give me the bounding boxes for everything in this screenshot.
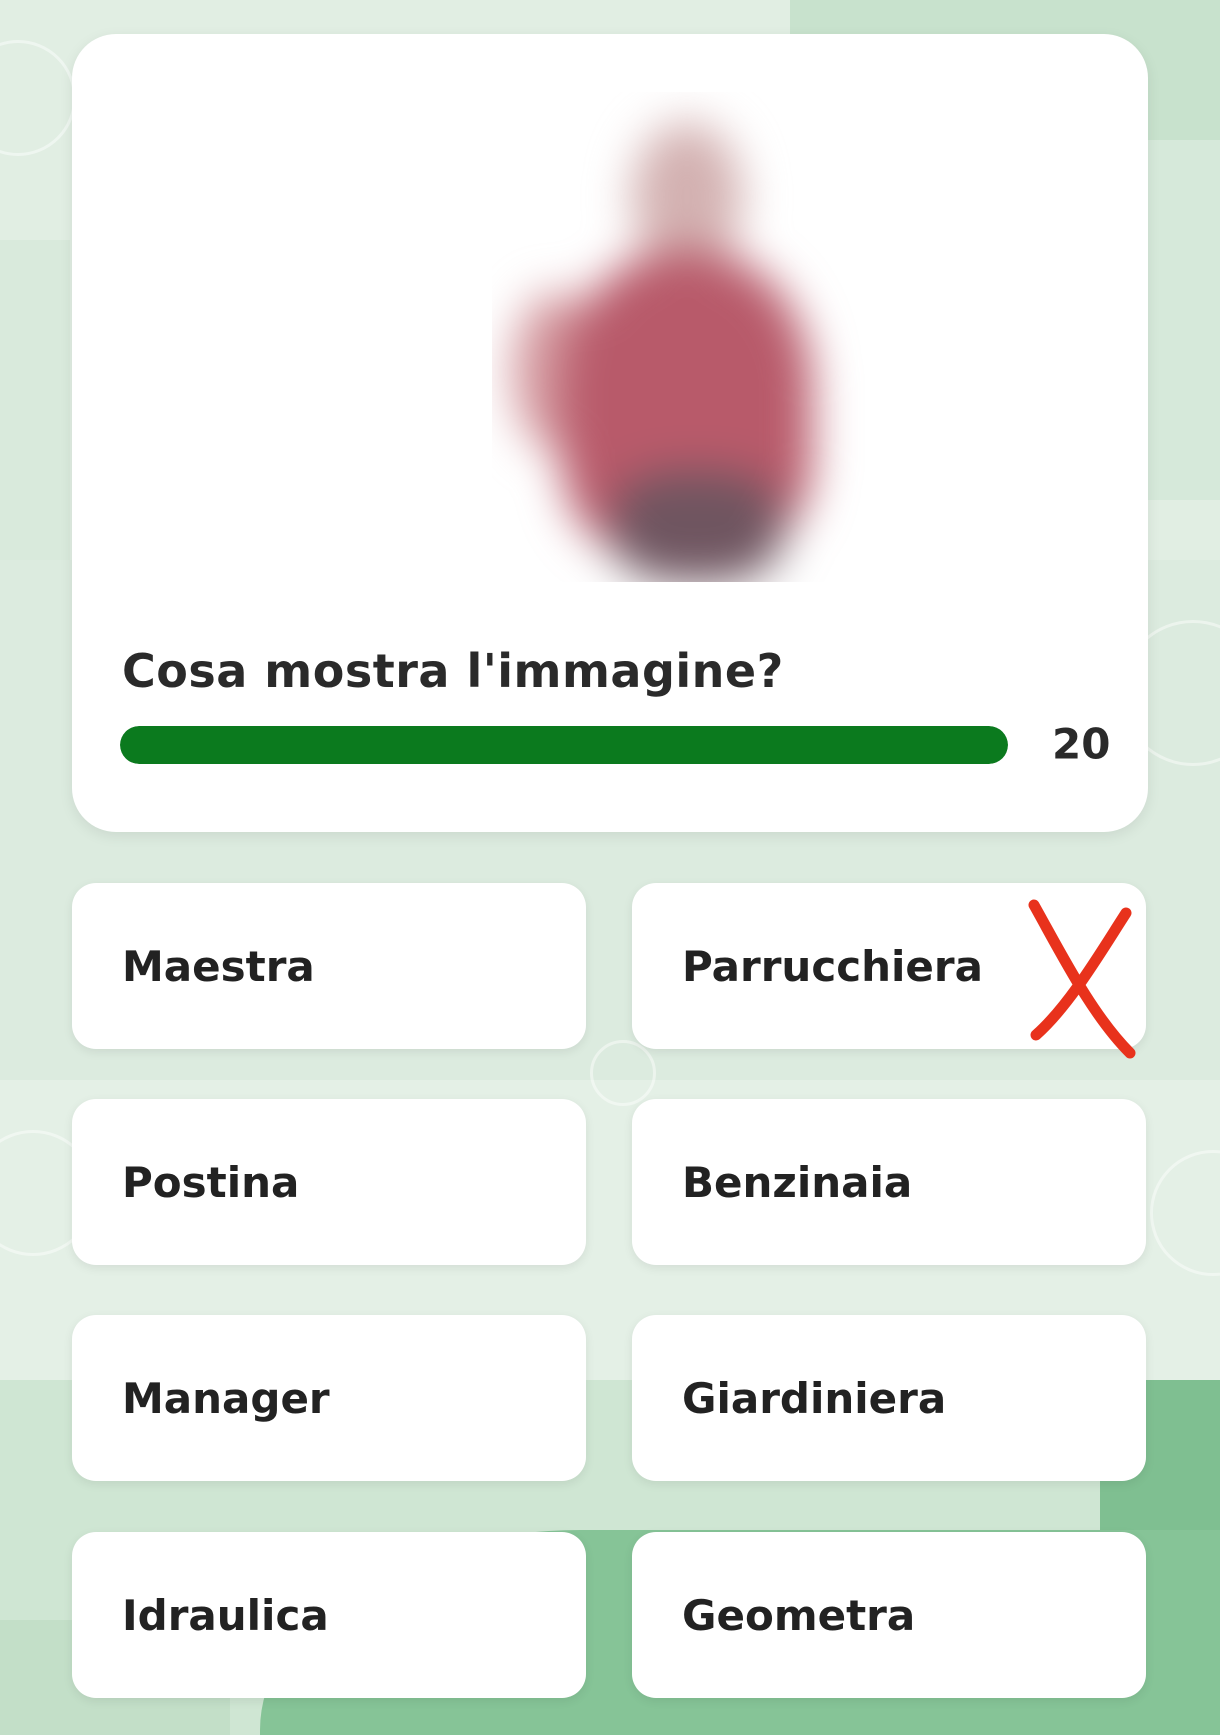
question-card: Cosa mostra l'immagine? 20: [72, 34, 1148, 832]
timer-progress-bar: [120, 726, 1008, 764]
blurred-photo: [492, 92, 872, 582]
answer-option-giardiniera[interactable]: Giardiniera: [632, 1315, 1146, 1481]
timer-countdown: 20: [1052, 719, 1111, 769]
answer-option-maestra[interactable]: Maestra: [72, 883, 586, 1049]
answer-option-postina[interactable]: Postina: [72, 1099, 586, 1265]
answer-option-geometra[interactable]: Geometra: [632, 1532, 1146, 1698]
question-text: Cosa mostra l'immagine?: [122, 644, 784, 698]
question-image: [492, 92, 872, 582]
answer-option-idraulica[interactable]: Idraulica: [72, 1532, 586, 1698]
answer-option-manager[interactable]: Manager: [72, 1315, 586, 1481]
answer-option-benzinaia[interactable]: Benzinaia: [632, 1099, 1146, 1265]
timer-progress-fill: [120, 726, 1008, 764]
cross-mark-icon: [1028, 899, 1136, 1059]
